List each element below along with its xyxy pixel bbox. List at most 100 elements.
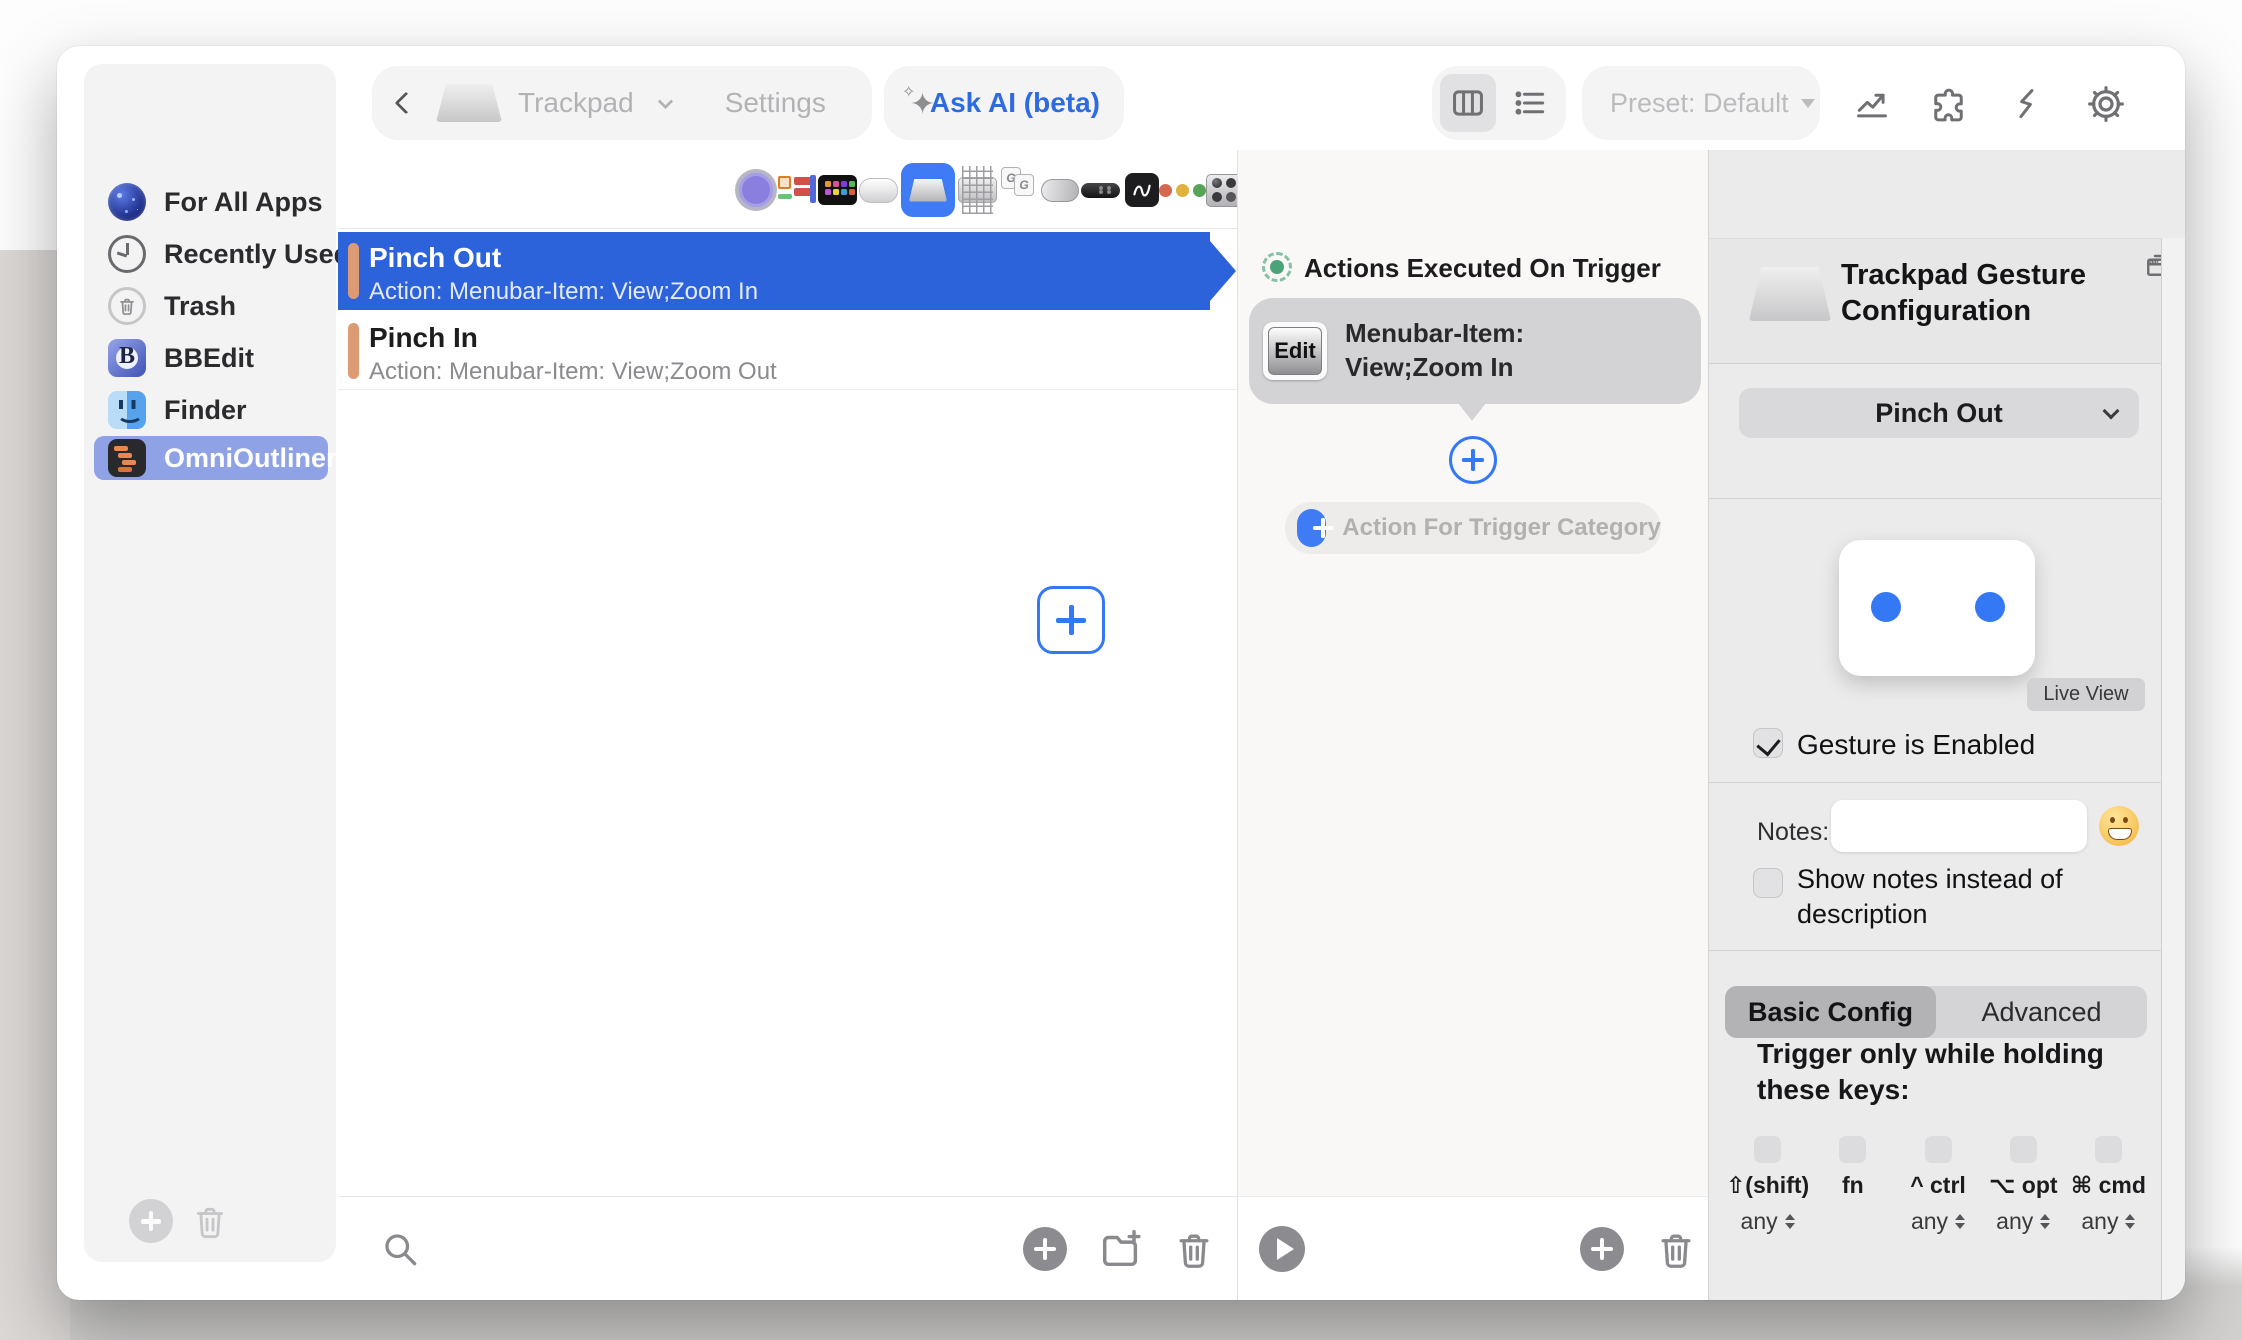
modifier-keys-heading: Trigger only while holding these keys: <box>1757 1036 2117 1108</box>
trackpad-icon <box>1749 267 1831 321</box>
gear-icon <box>2086 84 2126 124</box>
preset-label: Preset: Default <box>1610 88 1789 119</box>
device-breadcrumb[interactable]: Trackpad Settings <box>372 66 872 140</box>
actions-toolbar <box>1238 1196 1709 1300</box>
sidebar-item-trash[interactable]: Trash <box>94 284 328 328</box>
notes-input[interactable] <box>1831 800 2087 852</box>
stepper-icon <box>2040 1214 2050 1229</box>
modifier-opt: ⌥ opt any <box>1981 1136 2066 1235</box>
show-notes-checkbox[interactable] <box>1753 868 1783 898</box>
config-header: Trackpad Gesture Configuration <box>1709 238 2185 364</box>
trigger-title: Pinch In <box>369 322 478 354</box>
ask-ai-button[interactable]: Ask AI (beta) <box>884 66 1124 140</box>
add-app-button[interactable] <box>129 1199 173 1243</box>
gesture-enabled-label: Gesture is Enabled <box>1797 729 2035 761</box>
trash-icon <box>108 287 146 325</box>
magic-mouse-icon[interactable] <box>859 160 898 220</box>
run-action-button[interactable] <box>1258 1225 1306 1273</box>
trackpad-device-icon[interactable] <box>900 160 956 220</box>
add-action-for-category-button[interactable]: Action For Trigger Category <box>1285 502 1661 554</box>
config-tabs: Basic Config Advanced <box>1725 986 2147 1038</box>
drawings-icon[interactable] <box>1122 160 1161 220</box>
add-action-toolbar-button[interactable] <box>1578 1225 1626 1273</box>
device-selector-label[interactable]: Trackpad <box>518 87 634 119</box>
scrollbar[interactable] <box>2161 238 2185 1300</box>
add-action-button[interactable] <box>1449 436 1497 484</box>
sidebar-item-label: BBEdit <box>164 343 254 374</box>
modifier-fn: fn <box>1810 1136 1895 1235</box>
show-notes-label: Show notes instead of description <box>1797 862 2117 932</box>
delete-action-button[interactable] <box>1652 1225 1700 1273</box>
edit-action-button[interactable]: Edit <box>1263 322 1327 380</box>
opt-checkbox[interactable] <box>2010 1136 2037 1163</box>
modifier-shift: ⇧(shift) any <box>1725 1136 1810 1235</box>
sidebar-item-for-all-apps[interactable]: For All Apps <box>94 180 328 224</box>
stepper-icon <box>2125 1214 2135 1229</box>
sidebar-item-recently-used[interactable]: Recently Used <box>94 232 328 276</box>
gesture-type-select[interactable]: Pinch Out <box>1739 388 2139 438</box>
emoji-picker-button[interactable] <box>2099 806 2139 846</box>
settings-gear-button[interactable] <box>2086 84 2126 124</box>
key-sequences-icon[interactable] <box>999 160 1038 220</box>
select-value: any <box>1911 1208 1948 1235</box>
search-button[interactable] <box>376 1225 424 1273</box>
preset-selector[interactable]: Preset: Default <box>1582 66 1820 140</box>
divider <box>1709 782 2161 783</box>
fn-checkbox[interactable] <box>1839 1136 1866 1163</box>
remove-app-button[interactable] <box>188 1199 232 1243</box>
trigger-status-icon <box>1262 252 1292 282</box>
touch-bar-widgets-icon[interactable] <box>777 160 816 220</box>
columns-view-button[interactable] <box>1440 74 1496 132</box>
sidebar-item-bbedit[interactable]: BBEdit <box>94 336 328 380</box>
config-title: Trackpad Gesture Configuration <box>1841 257 2141 329</box>
modifier-cmd: ⌘ cmd any <box>2066 1136 2151 1235</box>
siri-remote-icon[interactable] <box>1081 160 1120 220</box>
sidebar-item-omnioutliner[interactable]: OmniOutliner <box>94 436 328 480</box>
list-view-button[interactable] <box>1502 74 1558 132</box>
tab-basic-config[interactable]: Basic Config <box>1725 986 1936 1038</box>
ctrl-label: ^ ctrl <box>1910 1172 1966 1199</box>
stream-deck-icon[interactable] <box>818 160 857 220</box>
ctrl-checkbox[interactable] <box>1925 1136 1952 1163</box>
list-icon <box>1511 84 1549 122</box>
shift-mode-select[interactable]: any <box>1741 1208 1795 1235</box>
back-icon[interactable] <box>395 92 418 115</box>
tab-advanced[interactable]: Advanced <box>1936 986 2147 1038</box>
chevron-down-icon <box>657 93 673 109</box>
caret-down-icon <box>1801 99 1815 108</box>
cmd-checkbox[interactable] <box>2095 1136 2122 1163</box>
sidebar-item-finder[interactable]: Finder <box>94 388 328 432</box>
divider <box>1709 498 2161 499</box>
normal-mouse-icon[interactable] <box>1040 160 1079 220</box>
modifier-ctrl: ^ ctrl any <box>1895 1136 1980 1235</box>
trigger-row-pinch-in[interactable]: Pinch In Action: Menubar-Item: View;Zoom… <box>338 312 1237 390</box>
control-dial-icon[interactable] <box>736 160 775 220</box>
usage-chart-button[interactable] <box>1852 84 1892 124</box>
new-group-button[interactable] <box>1097 1225 1145 1273</box>
plugins-button[interactable] <box>1930 84 1970 124</box>
ctrl-mode-select[interactable]: any <box>1911 1208 1965 1235</box>
delete-trigger-button[interactable] <box>1170 1225 1218 1273</box>
globe-icon <box>108 183 146 221</box>
scripting-button[interactable] <box>2008 84 2048 124</box>
window-snapping-icon[interactable] <box>1163 160 1202 220</box>
gesture-enabled-checkbox[interactable] <box>1753 728 1783 758</box>
chart-icon <box>1853 85 1891 123</box>
action-item[interactable]: Edit Menubar-Item: View;Zoom In <box>1249 298 1701 404</box>
live-view-badge: Live View <box>2027 678 2145 711</box>
action-label: Menubar-Item: View;Zoom In <box>1345 316 1625 384</box>
app-window: Trackpad Settings Ask AI (beta) <box>57 46 2185 1300</box>
trackpad-live-view <box>1839 540 2035 676</box>
divider <box>338 228 1237 229</box>
add-trigger-toolbar-button[interactable] <box>1021 1225 1069 1273</box>
keyboard-icon[interactable] <box>958 160 997 220</box>
opt-mode-select[interactable]: any <box>1996 1208 2050 1235</box>
trigger-row-pinch-out[interactable]: Pinch Out Action: Menubar-Item: View;Zoo… <box>338 232 1210 310</box>
shift-checkbox[interactable] <box>1754 1136 1781 1163</box>
shift-label: ⇧(shift) <box>1726 1172 1809 1199</box>
view-mode-toggle <box>1432 66 1566 140</box>
settings-breadcrumb[interactable]: Settings <box>725 87 826 119</box>
cmd-mode-select[interactable]: any <box>2081 1208 2135 1235</box>
add-trigger-button[interactable] <box>1037 586 1105 654</box>
sidebar-item-label: OmniOutliner <box>164 443 337 474</box>
